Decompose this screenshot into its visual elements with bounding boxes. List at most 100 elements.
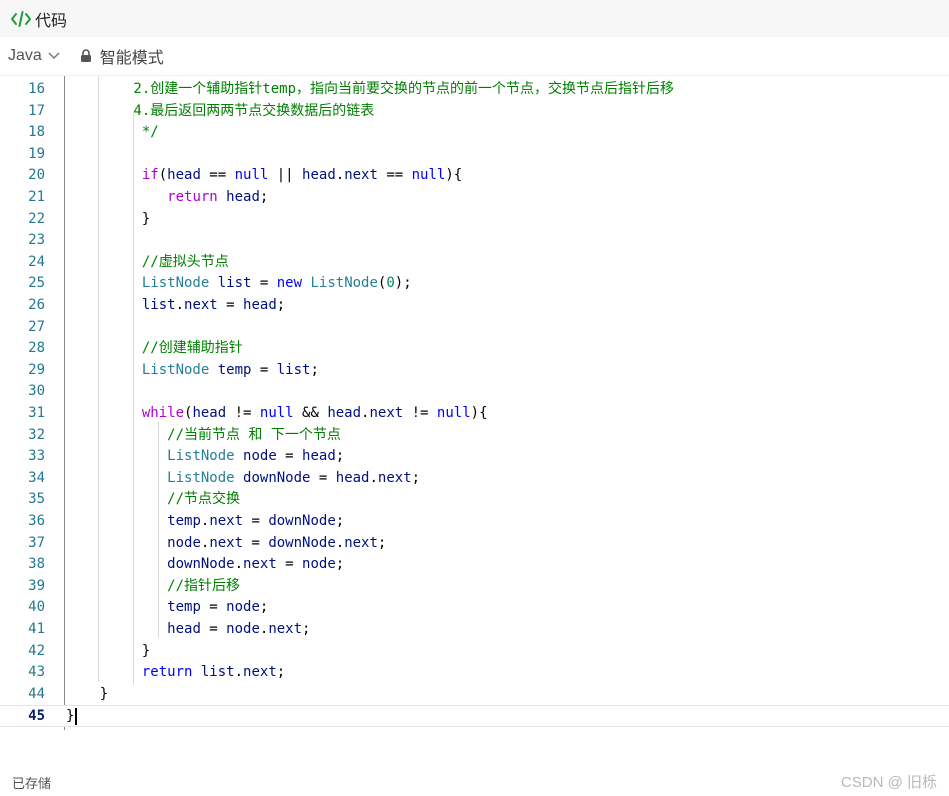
- code-line[interactable]: 17 4.最后返回两两节点交换数据后的链表: [0, 101, 949, 123]
- code-line[interactable]: 24 //虚拟头节点: [0, 252, 949, 274]
- code-token: }: [66, 642, 151, 659]
- code-token: return: [167, 189, 218, 205]
- code-line[interactable]: 33 ListNode node = head;: [0, 446, 949, 468]
- code-line[interactable]: 26 list.next = head;: [0, 295, 949, 317]
- code-line[interactable]: 18 */: [0, 122, 949, 144]
- line-number: 44: [28, 685, 45, 702]
- code-token: .: [335, 167, 345, 184]
- code-line[interactable]: 40 temp = node;: [0, 597, 949, 619]
- code-token: //虚拟头节点: [66, 253, 229, 270]
- code-token: head: [302, 448, 336, 465]
- code-token: list: [200, 664, 235, 681]
- code-line[interactable]: 16 2.创建一个辅助指针temp，指向当前要交换的节点的前一个节点，交换节点后…: [0, 79, 949, 101]
- code-line[interactable]: 20 if(head == null || head.next == null)…: [0, 165, 949, 187]
- code-line[interactable]: 30: [0, 381, 949, 403]
- lock-icon: [80, 49, 91, 62]
- line-number: 28: [28, 340, 45, 357]
- code-token: temp: [167, 599, 201, 616]
- code-line[interactable]: 34 ListNode downNode = head.next;: [0, 468, 949, 490]
- code-token: head: [226, 189, 260, 205]
- code-line[interactable]: 29 ListNode temp = list;: [0, 360, 949, 382]
- code-token: downNode: [167, 556, 235, 573]
- code-text: temp.next = downNode;: [66, 511, 344, 533]
- code-line[interactable]: 44 }: [0, 684, 949, 706]
- code-line[interactable]: 23: [0, 230, 949, 252]
- code-line[interactable]: 36 temp.next = downNode;: [0, 511, 949, 533]
- language-select[interactable]: Java: [8, 47, 60, 65]
- code-token: list: [217, 275, 252, 292]
- line-number: 19: [28, 145, 45, 162]
- code-token: =: [243, 534, 269, 551]
- line-number: 37: [28, 534, 45, 551]
- code-line[interactable]: 37 node.next = downNode.next;: [0, 533, 949, 555]
- code-line[interactable]: 21 return head;: [0, 187, 949, 209]
- code-line[interactable]: 41 head = node.next;: [0, 619, 949, 641]
- code-token: downNode: [268, 513, 336, 529]
- code-token: //指针后移: [66, 577, 241, 594]
- code-token: ==: [200, 167, 235, 184]
- code-text: ListNode temp = list;: [66, 360, 319, 382]
- code-line[interactable]: 28 //创建辅助指针: [0, 338, 949, 360]
- code-text: 4.最后返回两两节点交换数据后的链表: [66, 101, 374, 123]
- code-token: .: [234, 664, 244, 681]
- code-text: ListNode downNode = head.next;: [66, 468, 420, 490]
- code-token: ;: [259, 599, 269, 616]
- code-token: head: [167, 621, 201, 637]
- code-text: ListNode list = new ListNode(0);: [66, 273, 412, 295]
- code-text: //当前节点 和 下一个节点: [66, 425, 341, 447]
- code-line[interactable]: 22 }: [0, 209, 949, 231]
- line-number: 30: [28, 383, 45, 400]
- code-token: next: [268, 621, 303, 637]
- code-token: ;: [259, 189, 269, 205]
- code-line[interactable]: 31 while(head != null && head.next != nu…: [0, 403, 949, 425]
- code-token: =: [251, 361, 277, 378]
- code-line[interactable]: 35 //节点交换: [0, 489, 949, 511]
- code-editor[interactable]: 16 2.创建一个辅助指针temp，指向当前要交换的节点的前一个节点，交换节点后…: [0, 76, 949, 730]
- line-number: 33: [28, 448, 45, 465]
- code-token: .: [369, 469, 378, 486]
- code-line[interactable]: 32 //当前节点 和 下一个节点: [0, 425, 949, 447]
- code-token: ){: [470, 405, 488, 421]
- code-token: head: [192, 405, 227, 421]
- code-line[interactable]: 38 downNode.next = node;: [0, 554, 949, 576]
- code-line[interactable]: 39 //指针后移: [0, 576, 949, 598]
- code-token: next: [369, 405, 404, 421]
- code-token: */: [66, 124, 159, 141]
- code-token: new: [276, 275, 303, 292]
- code-token: while: [141, 405, 185, 421]
- line-number: 42: [28, 642, 45, 659]
- code-panel-header: 代码: [0, 0, 949, 37]
- code-line[interactable]: 25 ListNode list = new ListNode(0);: [0, 273, 949, 295]
- code-text: //节点交换: [66, 489, 240, 511]
- code-line[interactable]: 45}: [0, 705, 949, 728]
- code-line[interactable]: 42 }: [0, 641, 949, 663]
- code-line[interactable]: 19: [0, 144, 949, 166]
- code-text: }: [66, 684, 108, 706]
- line-number: 32: [28, 426, 45, 443]
- code-token: null: [259, 405, 294, 421]
- text-cursor: [75, 707, 78, 725]
- code-text: downNode.next = node;: [66, 554, 344, 576]
- code-token: next: [209, 534, 244, 551]
- code-token: temp: [217, 361, 252, 378]
- code-token: ;: [276, 664, 286, 681]
- code-token: //当前节点 和 下一个节点: [66, 426, 341, 443]
- code-line[interactable]: 43 return list.next;: [0, 662, 949, 684]
- code-token: next: [209, 513, 244, 529]
- code-token: downNode: [268, 534, 336, 551]
- code-line[interactable]: 27: [0, 317, 949, 339]
- code-token: ;: [310, 361, 319, 378]
- code-token: head: [327, 405, 362, 421]
- code-token: ;: [335, 448, 345, 465]
